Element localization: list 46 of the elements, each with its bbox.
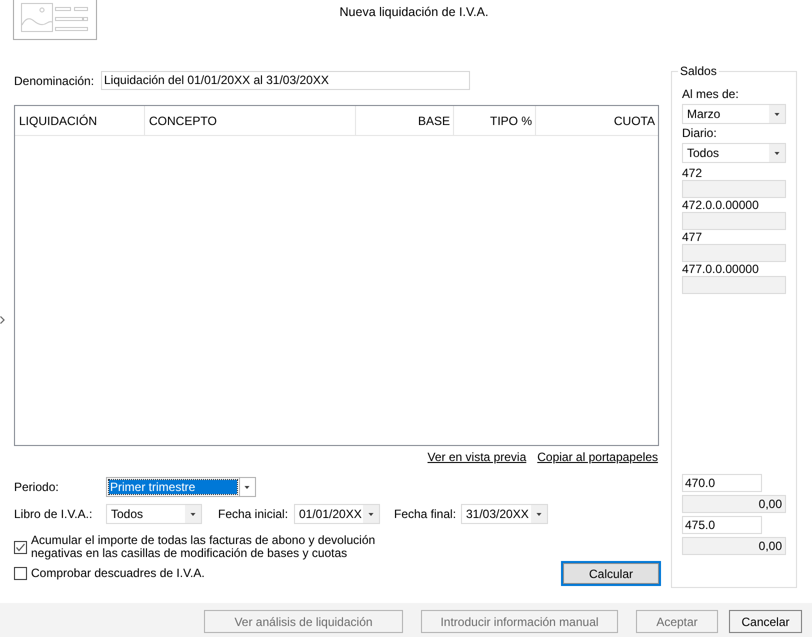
text-field[interactable]: Liquidación del 01/01/20XX al 31/03/20XX (101, 71, 470, 90)
checkbox[interactable] (14, 540, 27, 554)
field-label: Periodo: (14, 480, 60, 494)
field-label: Fecha inicial: (218, 507, 290, 521)
field-label: Fecha final: (394, 507, 458, 521)
footer-button: Aceptar (636, 610, 718, 633)
account-label: 472.0.0.00000 (682, 198, 760, 212)
caret-down-icon[interactable] (363, 505, 379, 523)
field-label: Denominación: (14, 74, 96, 88)
checkbox[interactable] (14, 567, 27, 580)
field-label: Al mes de: (682, 87, 740, 101)
amount-field: 0,00 (682, 495, 786, 513)
text-link[interactable]: Copiar al portapapeles (537, 450, 658, 465)
column-header[interactable]: TIPO % (454, 106, 536, 135)
caret-down-icon[interactable] (769, 144, 785, 162)
account-label: 477.0.0.00000 (682, 262, 760, 276)
account-label: 477 (682, 230, 704, 244)
dropdown[interactable]: Todos (682, 143, 786, 163)
column-header[interactable]: CONCEPTO (145, 106, 356, 135)
account-label: 472 (682, 166, 704, 180)
caret-down-icon[interactable] (769, 105, 785, 123)
field-label: Libro de I.V.A.: (14, 507, 94, 521)
dropdown[interactable]: 31/03/20XX (461, 504, 548, 524)
dropdown[interactable]: Marzo (682, 104, 786, 124)
group-title: Saldos (679, 64, 718, 78)
text-link[interactable]: Ver en vista previa (428, 450, 526, 465)
caret-down-icon[interactable] (531, 505, 547, 523)
caret-down-icon[interactable] (185, 505, 201, 523)
field-label: Diario: (682, 126, 718, 140)
calculate-button[interactable]: Calcular (561, 561, 661, 586)
dropdown[interactable]: Todos (106, 504, 202, 524)
account-field[interactable]: 470.0 (682, 474, 762, 492)
checkbox-label: Acumular el importe de todas las facturas de abono y devolución negativas en las casillas de modificación de bases y cuotas (31, 534, 376, 560)
dropdown[interactable]: Primer trimestre (106, 477, 256, 497)
amount-field: 0,00 (682, 537, 786, 555)
checkbox-label: Comprobar descuadres de I.V.A. (31, 567, 205, 580)
window-title: Nueva liquidación de I.V.A. (338, 4, 488, 20)
column-header[interactable]: BASE (356, 106, 454, 135)
account-field[interactable]: 475.0 (682, 516, 762, 534)
footer-button: Ver análisis de liquidación (204, 610, 403, 633)
column-header[interactable]: LIQUIDACIÓN (15, 106, 145, 135)
chevron-right-icon[interactable] (0, 316, 5, 324)
footer-button: Introducir información manual (421, 610, 618, 633)
footer-button[interactable]: Cancelar (729, 610, 802, 633)
dropdown[interactable]: 01/01/20XX (294, 504, 380, 524)
column-header[interactable]: CUOTA (536, 106, 658, 135)
